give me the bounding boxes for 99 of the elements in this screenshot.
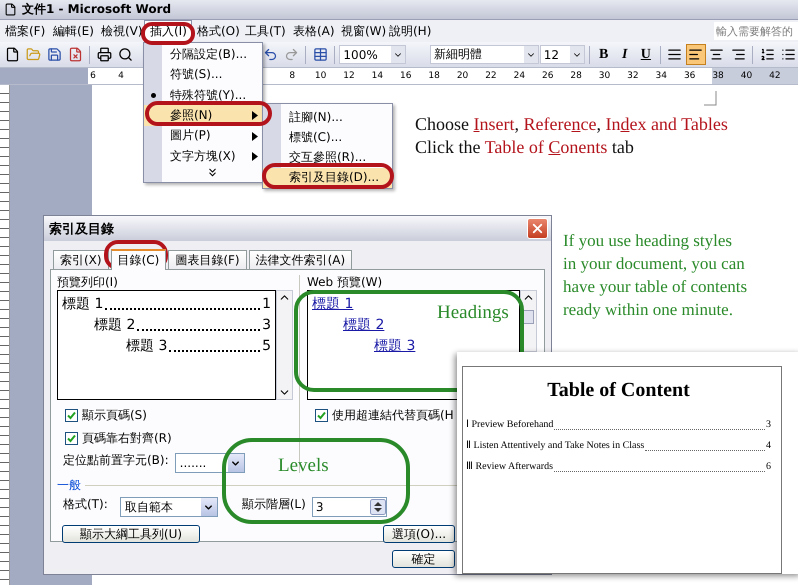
heading-entry: 標題 1 [62,295,104,314]
ruler-number: 22 [484,71,498,81]
options-button[interactable]: 選項(O)... [383,525,455,543]
menu-item[interactable]: 說明(H) [384,20,432,42]
ruler-number: 26 [540,71,554,81]
format-button[interactable]: B [594,44,614,65]
checkbox-label: 頁碼靠右對齊(R) [82,431,172,446]
menu-entry[interactable]: 文字方塊(X) [144,146,262,166]
page-number: 6 [766,460,771,474]
menu-entry[interactable]: 交互參照(R)... [263,148,392,168]
page-number: 3 [766,418,771,432]
ruler-number: 38 [711,71,725,81]
field-label: 定位點前置字元(B): [63,453,169,468]
ruler-number: 12 [342,71,356,81]
ruler-number: 4 [117,71,125,81]
checkbox[interactable] [65,432,78,445]
tab[interactable]: 索引(X) [53,250,109,269]
heading-link[interactable]: 標題 3 [374,336,416,357]
submenu-arrow-icon [252,152,258,162]
format-button[interactable]: I [614,44,635,65]
highlight-ring [141,22,195,45]
tab[interactable]: 圖表目錄(F) [168,250,247,269]
levels-spinner[interactable]: 3 [312,497,387,517]
ruler-number: 30 [598,71,612,81]
zoom-combo[interactable]: 100% [339,45,406,64]
menu-item[interactable]: 視窗(W) [336,20,384,42]
field-label: 預覽列印(I) [57,275,118,290]
ruler-number: 10 [314,71,328,81]
page-number: 5 [262,337,271,356]
tab[interactable]: 法律文件索引(A) [248,250,352,269]
ruler-number: 20 [456,71,470,81]
page-number: 1 [262,295,271,314]
submenu-arrow-icon [252,111,258,120]
format-button[interactable]: U [636,44,656,65]
checkbox-label: 顯示頁碼(S) [82,408,147,423]
ruler-number: 16 [399,71,412,81]
menu-entry[interactable]: 特殊符號(Y)... [144,84,262,106]
ruler-number: 42 [768,71,782,81]
heading-entry: 標題 2 [94,316,136,335]
instruction-text: Choose Insert, Reference, Index and Tables [415,113,728,136]
menu-item[interactable]: 工具(T) [240,20,288,42]
tip-text: If you use heading styles in your document, you can have your table of contents ready within one minute. [563,230,748,321]
page-number: 3 [262,316,271,335]
document-icon [4,3,17,16]
instruction-text: Click the Table of Conents tab [415,136,635,159]
menu-entry[interactable]: 符號(S)... [144,64,262,85]
callout-text: Headings [437,302,509,324]
heading-entry: 標題 3 [126,337,168,356]
heading-link[interactable]: 標題 1 [312,294,354,315]
group-label: 一般 [57,477,81,494]
menu-item[interactable]: 檢視(V) [96,20,144,42]
toc-entry: Ⅰ Preview Beforehand [466,418,554,432]
ruler-number: 8 [288,71,296,81]
checkbox[interactable] [315,409,328,422]
callout-text: Levels [278,455,329,477]
ruler-number: 14 [370,71,384,81]
ruler-number: 6 [89,71,97,81]
toc-title: Table of Content [546,379,691,402]
help-search-field[interactable]: 輸入需要解答的 [714,22,798,40]
menu-entry[interactable]: 圖片(P) [144,126,262,146]
field-label: 格式(T): [63,497,108,512]
ruler-number: 28 [569,71,583,81]
ruler-number: 34 [654,71,668,81]
heading-link[interactable]: 標題 2 [343,315,384,336]
scroll-thumb-icon[interactable] [523,310,534,324]
menu-entry[interactable]: 分隔設定(B)... [144,44,262,64]
font-size-combo[interactable]: 12 [540,45,585,64]
ok-button[interactable]: 確定 [392,550,455,568]
bullet-icon [151,92,156,98]
ruler-number: 32 [626,71,640,81]
ruler-number: 36 [682,71,696,81]
format-select[interactable]: 取自範本 [120,497,218,517]
menu-item[interactable]: 編輯(E) [48,20,96,42]
dialog-title: 索引及目錄 [49,220,114,238]
menu-entry[interactable]: 註腳(N)... [263,107,392,128]
menu-entry[interactable]: 標號(C)... [263,127,392,148]
toc-entry: Ⅱ Listen Attentively and Take Notes in Class [466,439,644,453]
window-title: 文件1 - Microsoft Word [22,1,172,18]
toc-entry: Ⅲ Review Afterwards [466,460,553,474]
menu-item[interactable]: 格式(O) [192,20,240,42]
ruler-number: 18 [427,71,441,81]
checkbox[interactable] [65,409,78,422]
highlight-ring [104,240,168,270]
align-left-icon[interactable] [686,44,706,65]
ruler-number: 24 [512,71,526,81]
checkbox-label: 使用超連結代替頁碼(H [332,408,454,423]
submenu-arrow-icon [252,132,258,141]
menu-item[interactable]: 檔案(F) [0,20,48,42]
field-label: 顯示階層(L) [242,497,306,512]
corner-mark-icon [704,91,718,107]
scrollbar[interactable] [276,290,293,400]
ruler-number: 40 [740,71,754,81]
field-label: Web 預覽(W) [307,275,382,290]
tab[interactable]: 目錄(C) [110,249,166,270]
outline-toolbar-button[interactable]: 顯示大綱工具列(U) [62,525,200,543]
menu-item[interactable]: 表格(A) [288,20,336,42]
page-number: 4 [766,439,771,453]
font-combo[interactable]: 新細明體 [430,45,539,64]
leader-select[interactable]: ....... [174,453,245,473]
